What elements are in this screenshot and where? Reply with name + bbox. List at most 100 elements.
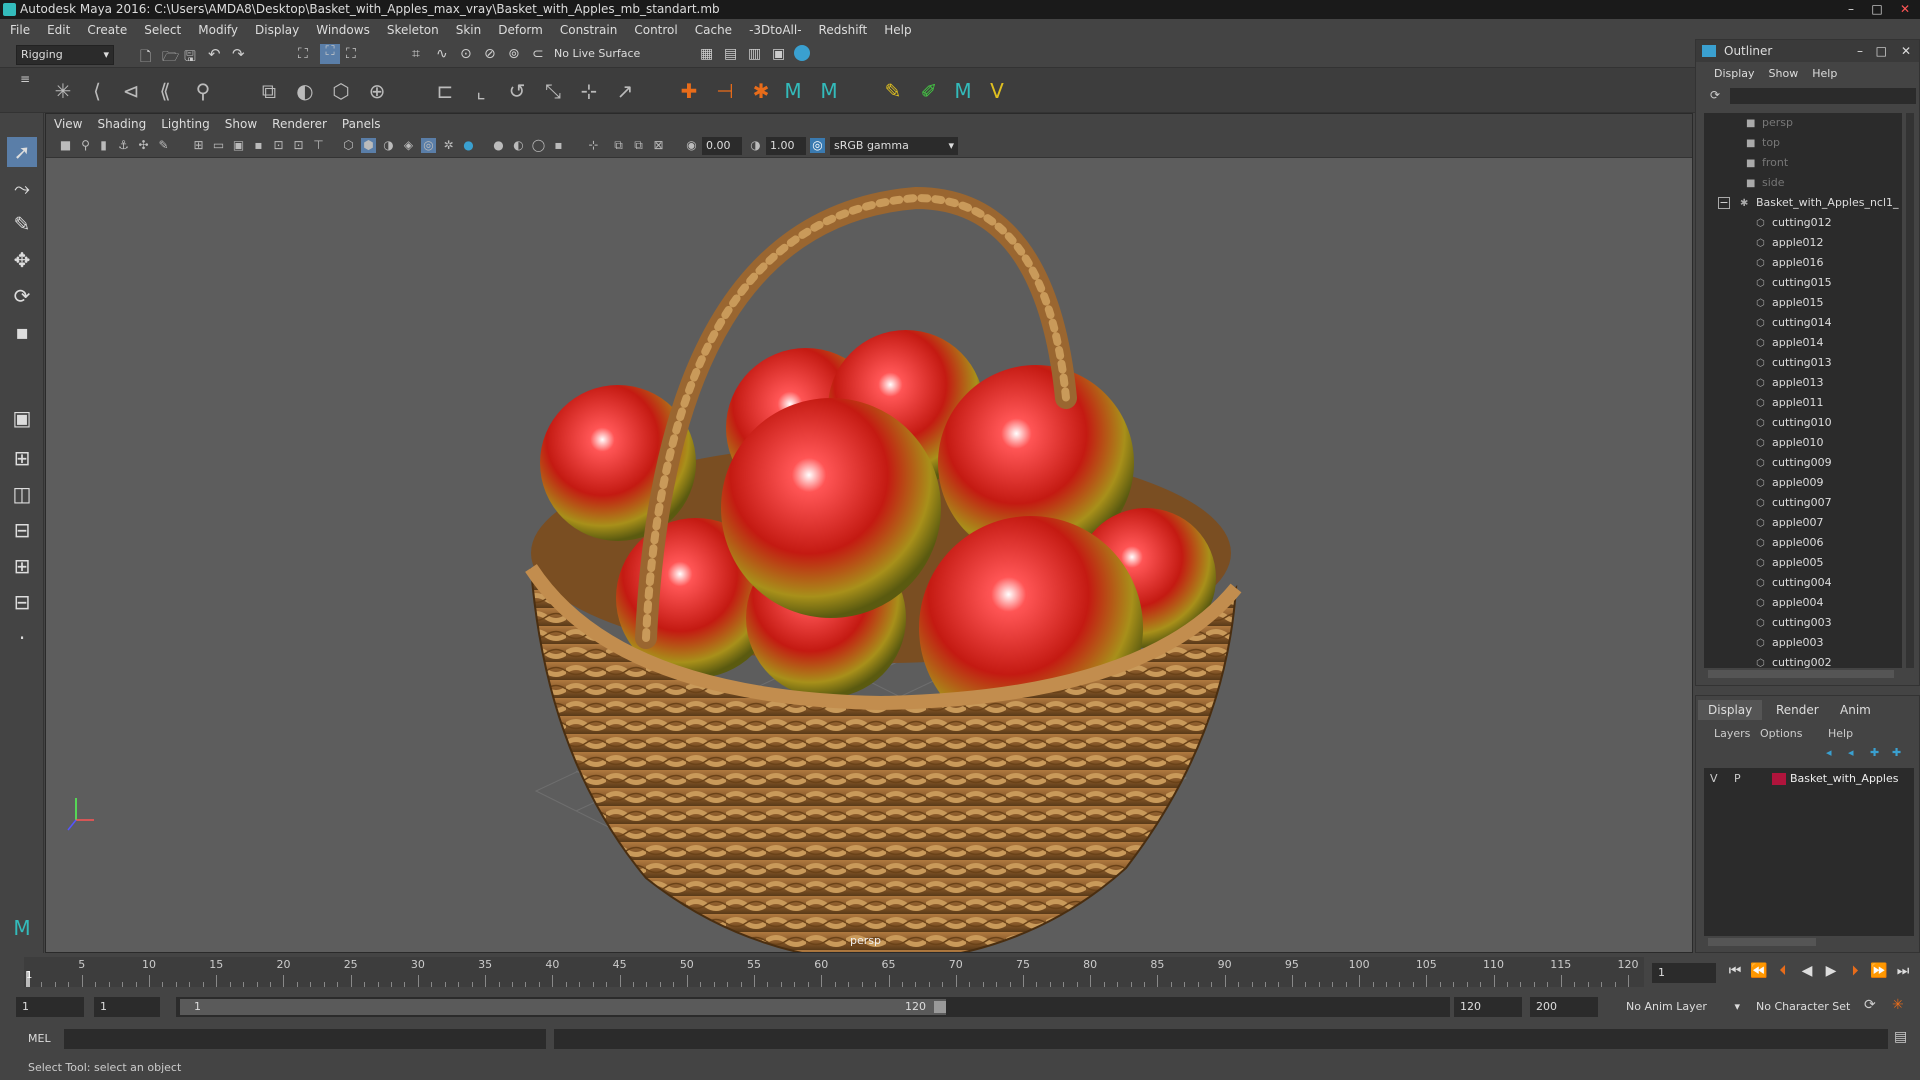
script-editor-icon[interactable]: ▤ bbox=[1894, 1029, 1907, 1045]
end-frame-field[interactable]: 200 bbox=[1530, 997, 1598, 1017]
viewport-panel[interactable]: View Shading Lighting Show Renderer Pane… bbox=[45, 113, 1693, 953]
outliner-item[interactable]: ⬡ apple003 bbox=[1756, 633, 1824, 653]
time-slider[interactable]: 5 10 15 20 25 30 35 40 45 50 55 60 65 70 75 80 85 90 95 100… bbox=[0, 953, 1920, 991]
undo-icon[interactable]: ↶ bbox=[208, 45, 221, 63]
snap-surface-icon[interactable]: ⊚ bbox=[508, 46, 520, 62]
tab-render[interactable]: Render bbox=[1766, 700, 1829, 720]
motion-blur-icon[interactable]: ● bbox=[491, 138, 506, 153]
step-forward-key-icon[interactable]: ⏩ bbox=[1870, 962, 1888, 980]
snap-grid-icon[interactable]: ⌗ bbox=[412, 46, 420, 62]
four-view-layout-icon[interactable]: ⊞ bbox=[7, 443, 37, 473]
move-layer-down-icon[interactable]: ◂ bbox=[1848, 746, 1854, 759]
parent-constraint-icon[interactable]: ⊏ bbox=[432, 78, 458, 104]
layers-menu-options[interactable]: Options bbox=[1760, 727, 1802, 740]
hypershade-layout-icon[interactable]: ⊟ bbox=[7, 587, 37, 617]
sculpt-tool-icon[interactable]: ✐ bbox=[916, 78, 942, 104]
outliner-menu-show[interactable]: Show bbox=[1769, 65, 1799, 83]
select-hierarchy-icon[interactable]: ⛶ bbox=[298, 46, 308, 62]
layer-name[interactable]: Basket_with_Apples bbox=[1790, 772, 1898, 785]
time-ruler[interactable]: 5 10 15 20 25 30 35 40 45 50 55 60 65 70 75 80 85 90 95 100… bbox=[24, 957, 1644, 987]
textured-icon[interactable]: ◈ bbox=[401, 138, 416, 153]
aim-constraint-icon[interactable]: ⊹ bbox=[576, 78, 602, 104]
camera-lock-icon[interactable]: ⚲ bbox=[78, 138, 93, 153]
layer-color-swatch[interactable] bbox=[1772, 773, 1786, 785]
start-frame-field[interactable]: 1 bbox=[16, 997, 84, 1017]
viewport-menu-panels[interactable]: Panels bbox=[342, 117, 381, 131]
camera-icon[interactable]: ■ bbox=[58, 138, 73, 153]
mel-input[interactable] bbox=[64, 1029, 546, 1049]
menu-skeleton[interactable]: Skeleton bbox=[387, 23, 439, 37]
outliner-item[interactable]: ⬡ cutting009 bbox=[1756, 453, 1832, 473]
tab-anim[interactable]: Anim bbox=[1830, 700, 1881, 720]
resolution-gate-icon[interactable]: ▣ bbox=[231, 138, 246, 153]
side-by-side-layout-icon[interactable]: ◫ bbox=[7, 479, 37, 509]
live-surface-field[interactable]: No Live Surface bbox=[550, 45, 658, 65]
select-object-icon[interactable]: ⛶ bbox=[320, 44, 340, 64]
smooth-shade-icon[interactable]: ⬢ bbox=[361, 138, 376, 153]
step-back-key-icon[interactable]: ⏪ bbox=[1750, 962, 1768, 980]
orient-constraint-icon[interactable]: ↺ bbox=[504, 78, 530, 104]
safe-title-icon[interactable]: ⊤ bbox=[311, 138, 326, 153]
outliner-close-button[interactable]: ✕ bbox=[1901, 40, 1911, 62]
point-constraint-icon[interactable]: ⌞ bbox=[468, 78, 494, 104]
gate-mask-icon[interactable]: ▪ bbox=[251, 138, 266, 153]
deform-tool-icon[interactable]: V bbox=[984, 78, 1010, 104]
color-management-icon[interactable]: ◎ bbox=[810, 138, 825, 153]
playback-end-field[interactable]: 120 bbox=[1454, 997, 1522, 1017]
xray-components-icon[interactable]: ⧉ bbox=[631, 138, 646, 153]
outliner-hscrollbar[interactable] bbox=[1708, 670, 1894, 678]
render-frame-icon[interactable]: ▤ bbox=[724, 46, 737, 62]
scale-constraint-icon[interactable]: ⤡ bbox=[540, 78, 566, 104]
outliner-item-top[interactable]: ■ top bbox=[1746, 133, 1780, 153]
maya-tool-icon[interactable]: M bbox=[780, 78, 806, 104]
outliner-item[interactable]: ⬡ cutting003 bbox=[1756, 613, 1832, 633]
viewport-menu-view[interactable]: View bbox=[54, 117, 82, 131]
outliner-persp-layout-icon[interactable]: ⊟ bbox=[7, 515, 37, 545]
play-forward-icon[interactable]: ▶ bbox=[1822, 962, 1840, 980]
field-chart-icon[interactable]: ⊡ bbox=[271, 138, 286, 153]
viewport-menu-shading[interactable]: Shading bbox=[97, 117, 146, 131]
snap-curve-icon[interactable]: ∿ bbox=[436, 46, 448, 62]
playback-start-field[interactable]: 1 bbox=[94, 997, 160, 1017]
lattice-icon[interactable]: ⬡ bbox=[328, 78, 354, 104]
menu-3dtoall[interactable]: -3DtoAll- bbox=[749, 23, 801, 37]
ambient-occlusion-icon[interactable]: ● bbox=[461, 138, 476, 153]
scale-tool-icon[interactable]: ▪ bbox=[7, 317, 37, 347]
outliner-vscrollbar[interactable] bbox=[1906, 113, 1914, 668]
safe-action-icon[interactable]: ⊡ bbox=[291, 138, 306, 153]
viewport-menu-renderer[interactable]: Renderer bbox=[272, 117, 327, 131]
outliner-menu-help[interactable]: Help bbox=[1812, 65, 1837, 83]
shadows-icon[interactable]: ✲ bbox=[441, 138, 456, 153]
backface-icon[interactable]: ⊠ bbox=[651, 138, 666, 153]
character-set-dropdown[interactable]: No Character Set bbox=[1750, 997, 1866, 1017]
maya-tool3-icon[interactable]: M bbox=[950, 78, 976, 104]
render-view-icon[interactable]: ▣ bbox=[772, 46, 785, 62]
range-end-grip[interactable] bbox=[934, 1001, 946, 1013]
outliner-item[interactable]: ⬡ apple016 bbox=[1756, 253, 1824, 273]
menu-help[interactable]: Help bbox=[884, 23, 911, 37]
collapse-icon[interactable]: − bbox=[1718, 197, 1730, 209]
layer-playback-toggle[interactable]: P bbox=[1734, 772, 1741, 785]
outliner-item[interactable]: ⬡ apple015 bbox=[1756, 293, 1824, 313]
hypershade-icon[interactable] bbox=[794, 45, 810, 61]
minimize-button[interactable]: – bbox=[1840, 2, 1862, 16]
outliner-item[interactable]: ⬡ apple013 bbox=[1756, 373, 1824, 393]
outliner-item[interactable]: ⬡ cutting013 bbox=[1756, 353, 1832, 373]
outliner-menu-display[interactable]: Display bbox=[1714, 65, 1755, 83]
current-frame-field[interactable]: 1 bbox=[1652, 963, 1716, 983]
step-back-frame-icon[interactable]: ⏴ bbox=[1774, 962, 1792, 980]
outliner-item[interactable]: ⬡ cutting015 bbox=[1756, 273, 1832, 293]
layers-menu-help[interactable]: Help bbox=[1828, 727, 1853, 740]
outliner-item[interactable]: ⬡ apple005 bbox=[1756, 553, 1824, 573]
xray-joints-icon[interactable]: ⧉ bbox=[611, 138, 626, 153]
outliner-item[interactable]: ⬡ cutting002 bbox=[1756, 653, 1832, 668]
exposure-field[interactable]: 0.00 bbox=[702, 137, 742, 155]
menu-display[interactable]: Display bbox=[255, 23, 299, 37]
toolbox-more-icon[interactable]: · bbox=[7, 623, 37, 653]
menu-modify[interactable]: Modify bbox=[198, 23, 238, 37]
outliner-minimize-button[interactable]: – bbox=[1857, 40, 1863, 62]
bookmark-icon[interactable]: ▮ bbox=[96, 138, 111, 153]
outliner-item[interactable]: ⬡ apple007 bbox=[1756, 513, 1824, 533]
graph-persp-layout-icon[interactable]: ⊞ bbox=[7, 551, 37, 581]
menu-select[interactable]: Select bbox=[144, 23, 181, 37]
